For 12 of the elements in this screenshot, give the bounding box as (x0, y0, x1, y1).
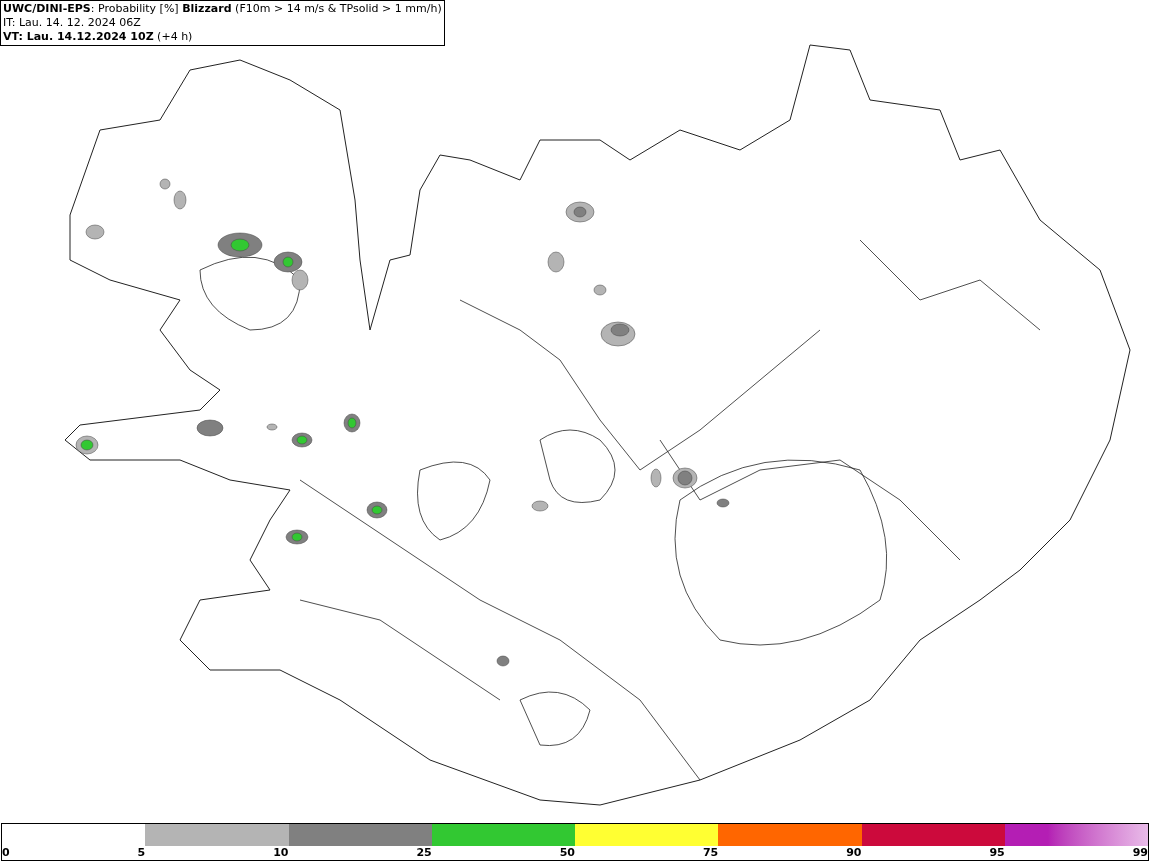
valid-time: VT: Lau. 14.12.2024 10Z (+4 h) (3, 30, 194, 44)
legend-tick-label: 5 (137, 846, 146, 860)
legend-tick-label: 99 (1132, 846, 1148, 860)
legend-tick-label: 10 (273, 846, 289, 860)
legend-tick-label: 90 (846, 846, 862, 860)
initial-time: IT: Lau. 14. 12. 2024 06Z (3, 16, 142, 30)
legend-tick-label: 50 (559, 846, 575, 860)
legend-tick-label: 75 (702, 846, 719, 860)
map-title: UWC/DINI-EPS: Probability [%] Blizzard (F10m > 14 m/s & TPsolid > 1 mm/h) (3, 2, 442, 16)
legend-tick-label: 95 (989, 846, 1005, 860)
legend-tick-label: 25 (416, 846, 432, 860)
legend-tick-label: 0 (2, 846, 10, 860)
